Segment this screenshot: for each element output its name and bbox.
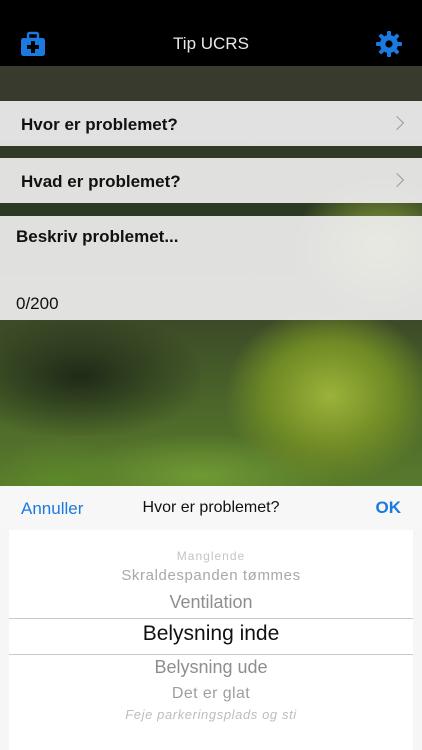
picker-option[interactable]: Det er glat — [9, 685, 413, 703]
app-title: Tip UCRS — [173, 34, 249, 53]
chevron-right-icon — [389, 115, 405, 131]
character-counter: 0/200 — [16, 294, 59, 313]
picker-sheet: Annuller Hvor er problemet? OK Manglende… — [0, 486, 422, 750]
describe-problem-placeholder: Beskriv problemet... — [16, 227, 179, 246]
ok-button[interactable]: OK — [376, 498, 402, 518]
what-problem-row[interactable]: Hvad er problemet? — [0, 158, 422, 203]
location-picker-wheel[interactable]: Manglende Skraldespanden tømmes Ventilat… — [9, 530, 413, 750]
picker-option-selected[interactable]: Belysning inde — [9, 622, 413, 646]
picker-title: Hvor er problemet? — [142, 499, 280, 516]
describe-problem-field[interactable]: Beskriv problemet... 0/200 — [0, 216, 422, 320]
background-foliage — [0, 316, 200, 436]
selection-indicator-top — [9, 618, 413, 619]
selection-indicator-bottom — [9, 654, 413, 655]
where-problem-row[interactable]: Hvor er problemet? — [0, 101, 422, 146]
picker-toolbar: Annuller Hvor er problemet? OK — [0, 486, 422, 530]
picker-option[interactable]: Feje parkeringsplads og sti — [9, 707, 413, 722]
picker-option[interactable]: Ventilation — [9, 592, 413, 613]
chevron-right-icon — [389, 172, 405, 188]
picker-option[interactable]: Manglende — [9, 549, 413, 563]
where-problem-label: Hvor er problemet? — [21, 115, 178, 134]
what-problem-label: Hvad er problemet? — [21, 172, 181, 191]
picker-option[interactable]: Skraldespanden tømmes — [9, 567, 413, 584]
navigation-bar: Tip UCRS — [0, 0, 422, 66]
gear-icon[interactable] — [375, 30, 403, 58]
picker-option[interactable]: Belysning ude — [9, 657, 413, 678]
